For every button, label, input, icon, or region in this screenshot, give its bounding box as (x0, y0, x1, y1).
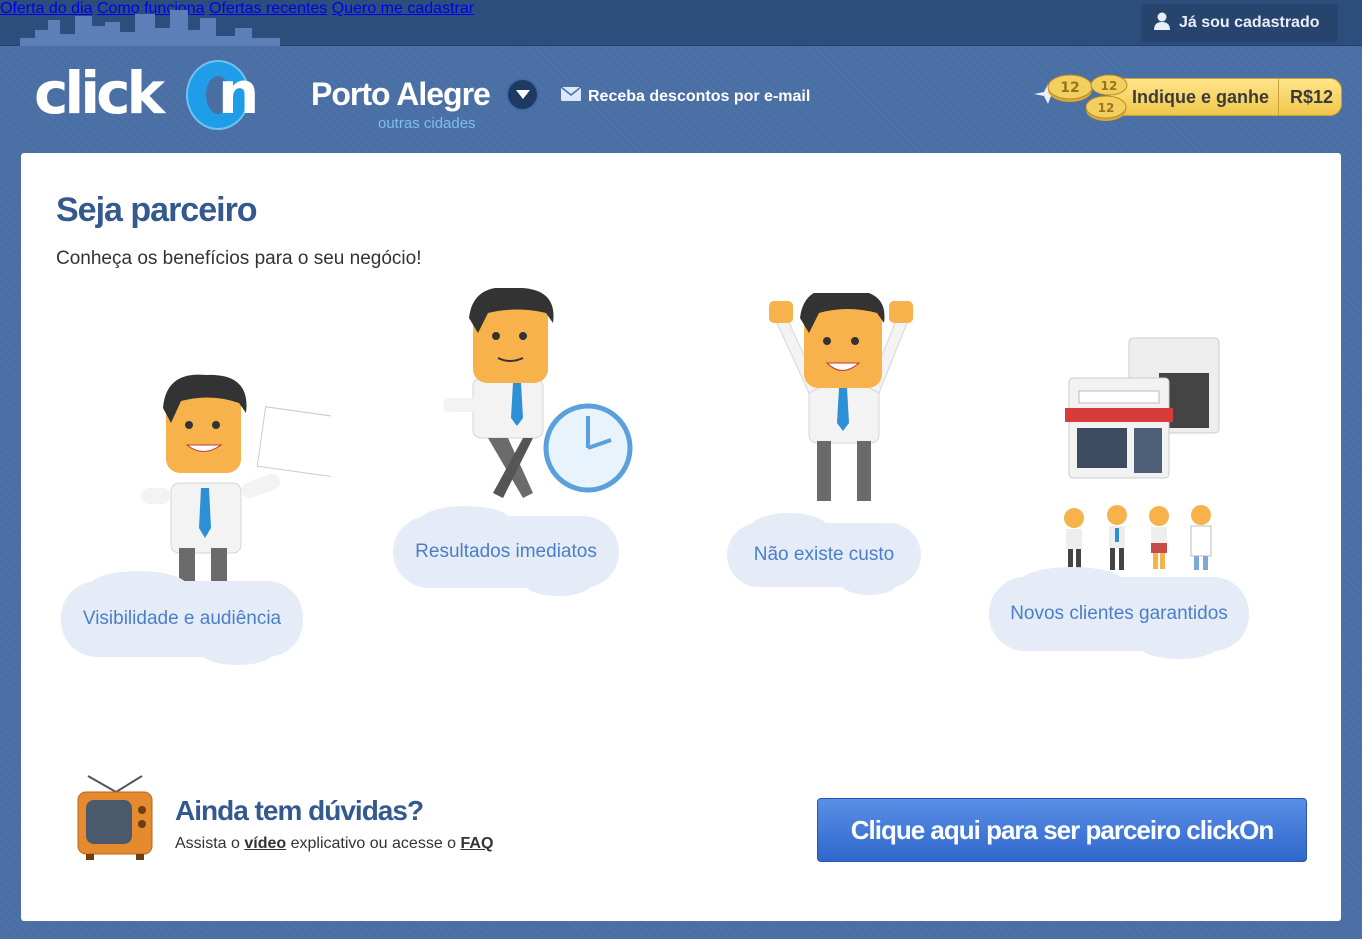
benefit-label: Novos clientes garantidos (1010, 603, 1228, 624)
doubts-text: Assista o vídeo explicativo ou acesse o … (175, 835, 493, 853)
store-and-customers-icon (1064, 337, 1220, 570)
man-holding-sign-icon (141, 374, 331, 583)
other-cities-link[interactable]: outras cidades (378, 115, 476, 132)
refer-amount: R$12 (1290, 87, 1334, 107)
chevron-down-icon (515, 89, 530, 99)
benefit-label: Não existe custo (753, 544, 895, 565)
svg-text:n: n (218, 59, 255, 127)
svg-text:12: 12 (1098, 101, 1115, 115)
video-link[interactable]: vídeo (244, 835, 286, 852)
doubts-prefix: Assista o (175, 835, 240, 852)
benefit-label-cloud: Visibilidade e audiência (61, 571, 303, 665)
man-leaning-clock-icon (443, 288, 633, 498)
logo-wordmark: click n (34, 59, 259, 127)
page-title: Seja parceiro (56, 191, 258, 229)
benefit-label: Resultados imediatos (415, 541, 597, 562)
coins-icon: 12 12 12 (1034, 74, 1128, 121)
benefit-label-cloud: Não existe custo (727, 513, 921, 595)
benefit-label-cloud: Resultados imediatos (393, 506, 619, 596)
benefit-label: Visibilidade e audiência (82, 608, 282, 629)
svg-text:12: 12 (1101, 79, 1118, 93)
faq-link[interactable]: FAQ (461, 835, 494, 852)
current-city[interactable]: Porto Alegre (311, 76, 491, 113)
svg-text:12: 12 (1060, 80, 1079, 96)
login-button[interactable]: Já sou cadastrado (1141, 4, 1338, 42)
login-label: Já sou cadastrado (1179, 14, 1320, 31)
mail-icon (560, 86, 582, 106)
tv-icon (77, 775, 153, 860)
man-arms-up-icon (769, 293, 913, 501)
city-skyline-icon (20, 10, 280, 46)
page-subtitle: Conheça os benefícios para o seu negócio… (56, 248, 422, 269)
top-navigation-bar: Oferta do dia Como funciona Ofertas rece… (0, 0, 1362, 46)
city-dropdown-toggle[interactable] (506, 78, 539, 111)
refer-and-earn[interactable]: 12 12 12 Indique e ganhe R$12 (1034, 72, 1344, 130)
benefit-label-cloud: Novos clientes garantidos (989, 567, 1249, 659)
register-link[interactable]: Quero me cadastrar (332, 0, 474, 17)
refer-label: Indique e ganhe (1132, 87, 1270, 107)
become-partner-button[interactable]: Clique aqui para ser parceiro clickOn (817, 798, 1307, 862)
content-card: Seja parceiro Conheça os benefícios para… (21, 153, 1341, 921)
email-link-label: Receba descontos por e-mail (588, 87, 811, 105)
doubts-heading: Ainda tem dúvidas? (175, 795, 424, 826)
refer-divider (1278, 78, 1279, 116)
user-icon (1153, 12, 1171, 35)
svg-text:click: click (34, 59, 167, 127)
doubts-middle: explicativo ou acesse o (290, 835, 457, 852)
email-subscribe-link[interactable]: Receba descontos por e-mail (560, 86, 811, 106)
clickon-logo[interactable]: click n (34, 58, 284, 130)
